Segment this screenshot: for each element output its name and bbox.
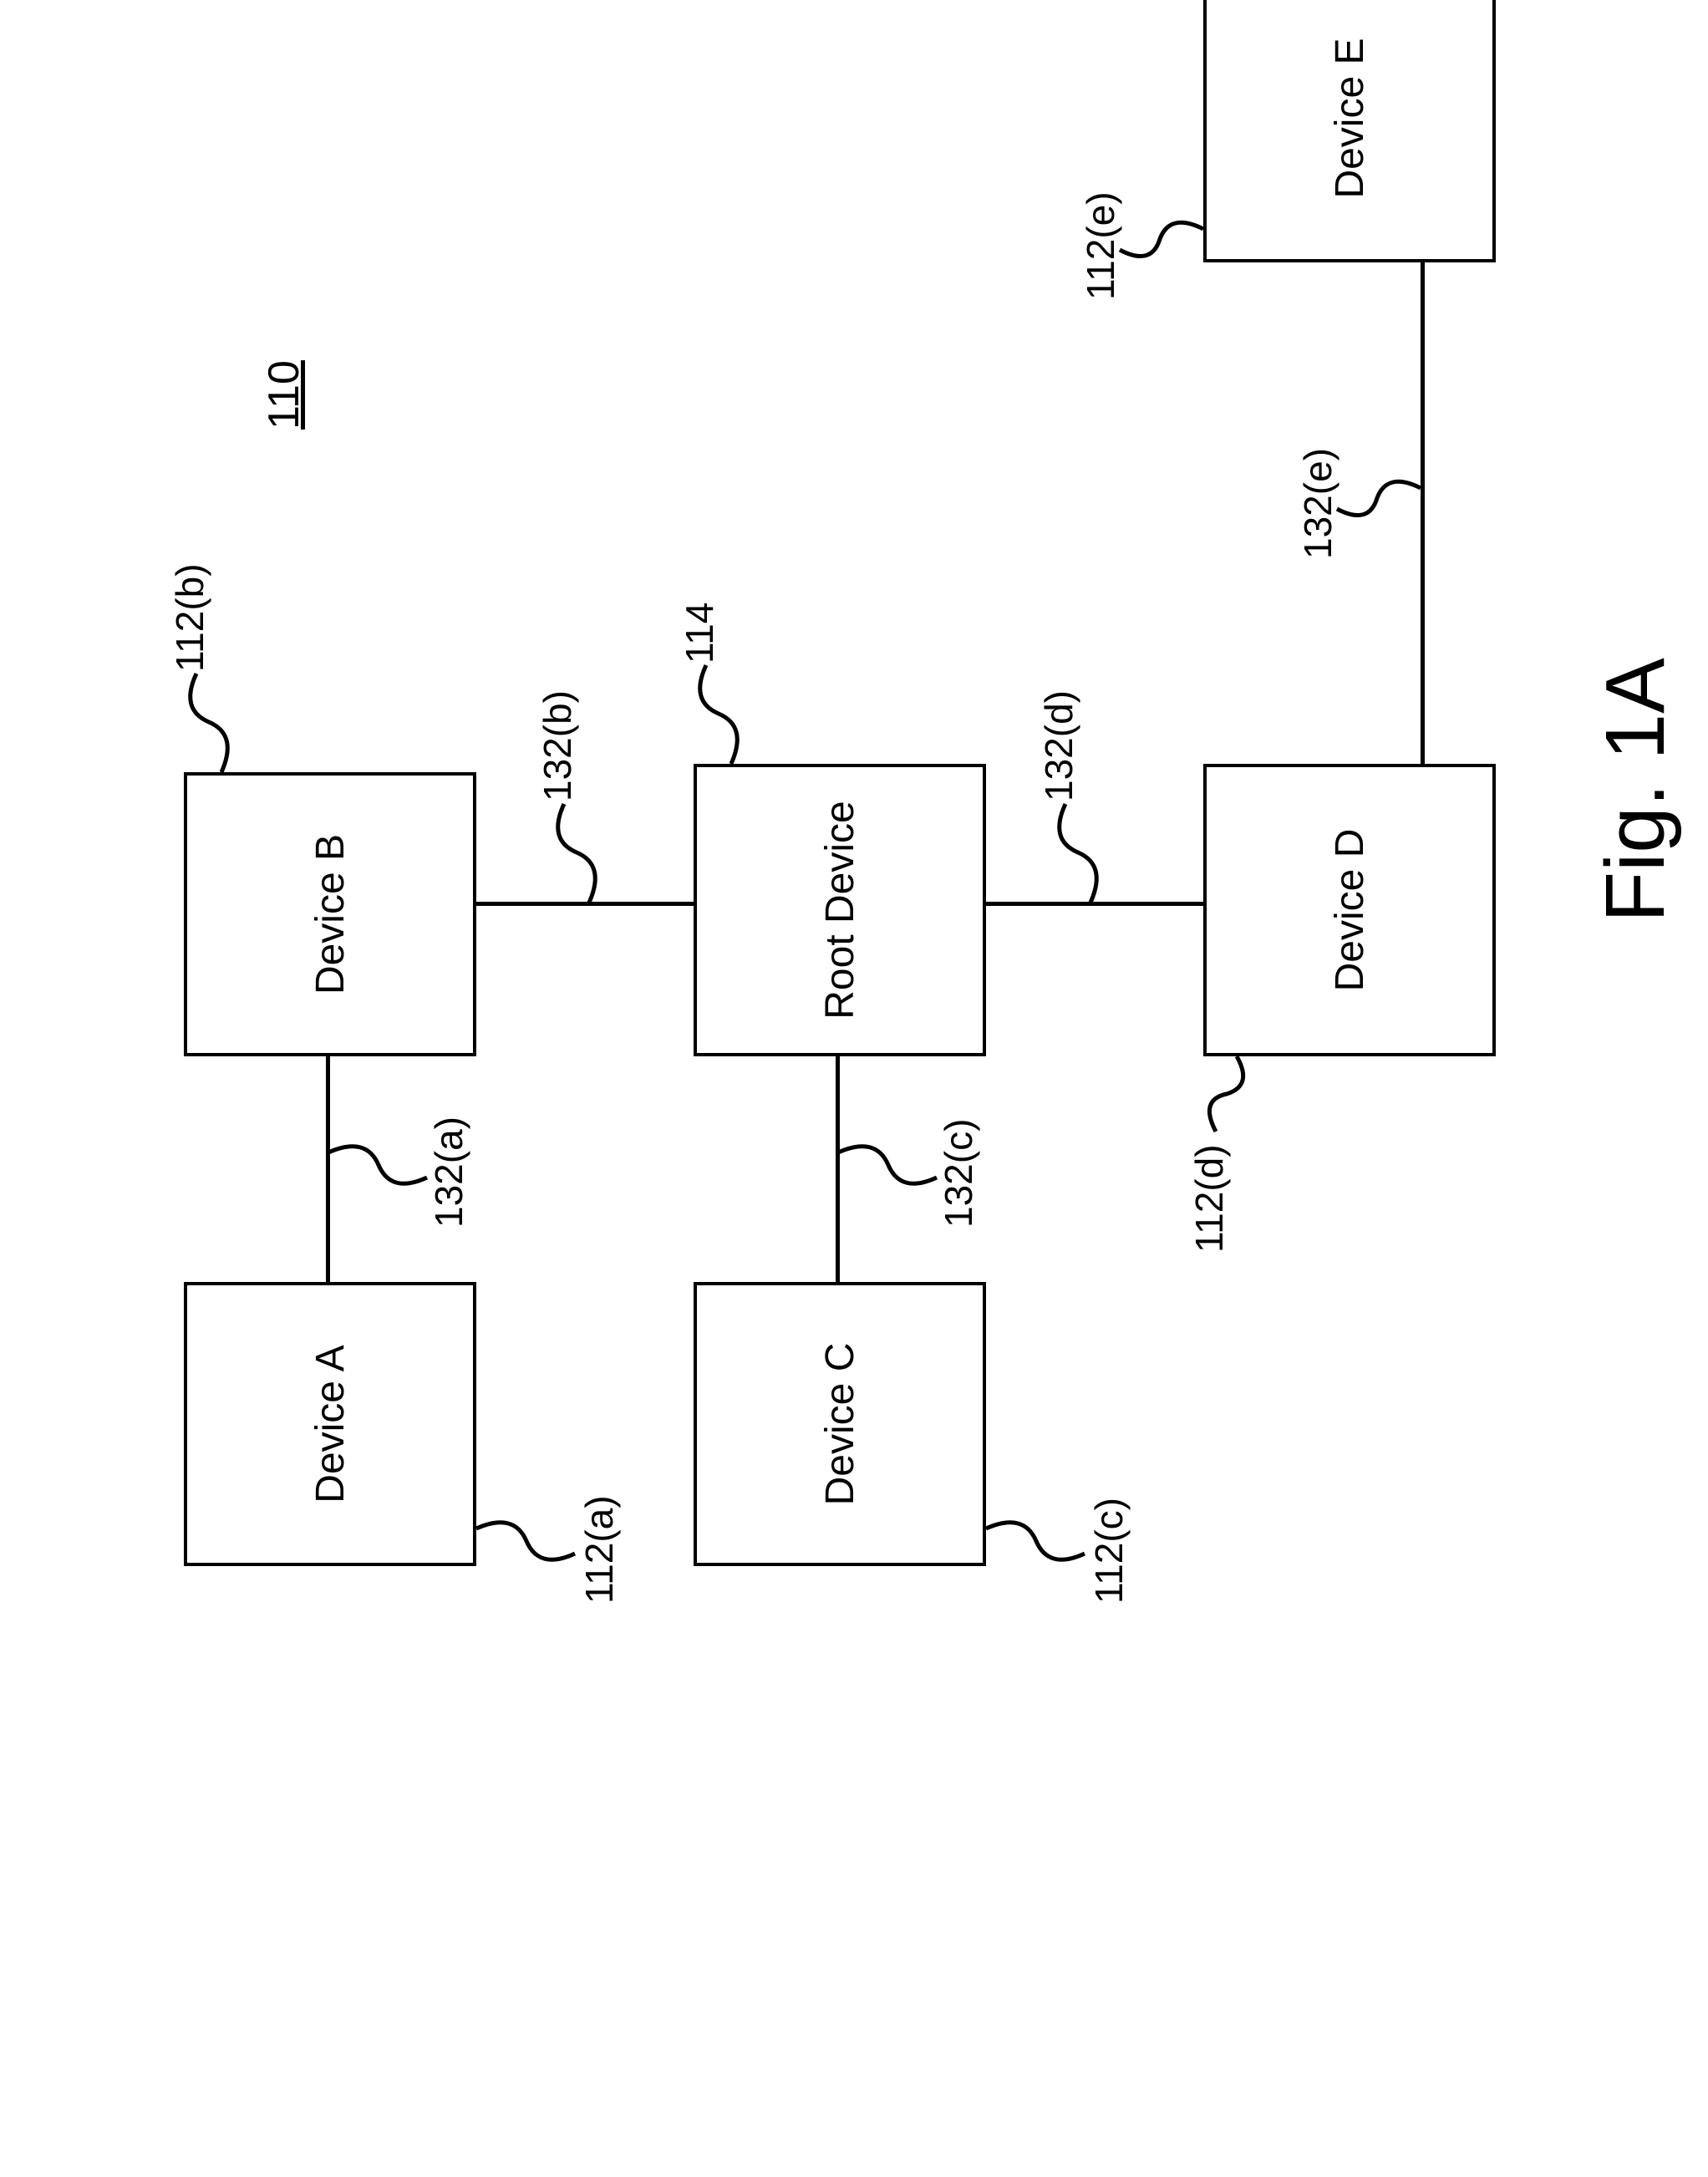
device-e-label: Device E xyxy=(1327,38,1373,198)
figure-label: Fig. 1A xyxy=(1588,658,1684,923)
device-c-label: Device C xyxy=(817,1343,863,1506)
connector-d-e-ref: 132(e) xyxy=(1295,448,1340,559)
device-b-label: Device B xyxy=(308,834,353,994)
device-d-label: Device D xyxy=(1327,829,1373,992)
device-e-lead xyxy=(1128,179,1224,262)
device-b-box: Device B xyxy=(184,772,476,1056)
device-c-lead xyxy=(986,1483,1090,1566)
device-a-lead xyxy=(476,1483,581,1566)
device-d-ref: 112(d) xyxy=(1187,1144,1232,1253)
connector-d-e-lead xyxy=(1345,438,1441,521)
figure-reference: 110 xyxy=(259,360,309,430)
device-c-ref: 112(c) xyxy=(1086,1498,1131,1604)
root-device-label: Root Device xyxy=(817,801,863,1019)
device-e-box: Device E xyxy=(1203,0,1496,262)
connector-root-d-ref: 132(d) xyxy=(1036,690,1081,801)
device-b-lead xyxy=(184,672,272,772)
device-d-lead xyxy=(1203,1031,1291,1123)
device-c-box: Device C xyxy=(694,1282,986,1566)
connector-c-root-ref: 132(c) xyxy=(936,1119,981,1228)
connector-b-root-lead xyxy=(552,802,639,903)
device-a-box: Device A xyxy=(184,1282,476,1566)
device-e-ref: 112(e) xyxy=(1078,191,1123,300)
device-d-box: Device D xyxy=(1203,764,1496,1056)
device-a-label: Device A xyxy=(308,1345,353,1503)
root-device-ref: 114 xyxy=(677,603,722,664)
connector-a-b-ref: 132(a) xyxy=(426,1116,471,1228)
root-device-box: Root Device xyxy=(694,764,986,1056)
diagram-canvas: 110 Device A 112(a) Device B 112(b) Devi… xyxy=(0,0,1708,1708)
connector-b-root-ref: 132(b) xyxy=(535,690,580,801)
connector-a-b-lead xyxy=(328,1106,433,1190)
device-b-ref: 112(b) xyxy=(167,563,212,672)
device-a-ref: 112(a) xyxy=(577,1495,622,1604)
root-device-lead xyxy=(694,664,781,764)
connector-c-root-lead xyxy=(838,1106,943,1190)
connector-root-d-lead xyxy=(1053,802,1141,903)
